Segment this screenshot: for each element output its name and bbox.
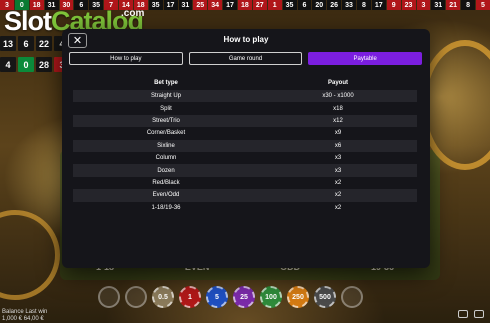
paytable-row: Even/Odd x2 [73, 189, 417, 202]
history-row: 136224 [0, 36, 70, 51]
control-button[interactable] [341, 286, 363, 308]
payout-cell: x9 [334, 130, 342, 137]
paytable-row: Split x18 [73, 102, 417, 114]
paytable-row: Sixline x6 [73, 139, 417, 152]
payout-cell: x18 [333, 105, 343, 112]
strip-number: 1 [267, 0, 282, 10]
chip-button[interactable]: 100 [260, 286, 282, 308]
wheel-decoration [0, 210, 60, 300]
chip-button[interactable]: 500 [314, 286, 336, 308]
history-number: 6 [18, 36, 34, 51]
header-bet-type: Bet type [154, 80, 178, 86]
chip-button[interactable]: 25 [233, 286, 255, 308]
chat-icon[interactable] [458, 310, 468, 318]
history-number: 0 [18, 57, 34, 72]
result-history: 13622440283 [0, 36, 70, 72]
payout-cell: x2 [334, 192, 342, 199]
strip-number: 23 [401, 0, 416, 10]
tab-game-round[interactable]: Game round [188, 52, 303, 65]
bet-type-cell: Split [160, 105, 172, 112]
bet-type-cell: Straight Up [150, 93, 181, 100]
strip-number: 20 [312, 0, 327, 10]
chip-button[interactable]: 0.5 [152, 286, 174, 308]
modal-tabs: How to play Game round Paytable [69, 52, 423, 65]
menu-icon[interactable] [474, 310, 484, 318]
strip-number: 35 [148, 0, 163, 10]
strip-number: 33 [342, 0, 356, 10]
strip-number: 26 [327, 0, 342, 10]
payout-cell: x2 [334, 204, 342, 211]
strip-number: 27 [252, 0, 267, 10]
paytable-row: Dozen x3 [73, 164, 417, 177]
how-to-play-modal: ✕ How to play How to play Game round Pay… [62, 29, 430, 268]
header-payout: Payout [327, 80, 348, 86]
paytable-row: 1-18/19-36 x2 [73, 202, 417, 214]
bet-type-cell: Red/Black [152, 179, 180, 186]
strip-number: 17 [371, 0, 386, 10]
strip-number: 6 [297, 0, 312, 10]
strip-number: 3 [416, 0, 431, 10]
paytable-row: Street/Trio x12 [73, 114, 417, 128]
strip-number: 18 [238, 0, 252, 10]
history-number: 13 [0, 36, 16, 51]
strip-number: 31 [431, 0, 446, 10]
paytable-row: Red/Black x2 [73, 177, 417, 189]
strip-number: 17 [223, 0, 237, 10]
bottom-right-controls [458, 310, 484, 318]
history-number: 4 [0, 57, 16, 72]
balance-label: Balance [2, 309, 24, 315]
bet-type-cell: Dozen [157, 167, 175, 174]
chip-button[interactable]: 250 [287, 286, 309, 308]
strip-number: 8 [461, 0, 475, 10]
strip-number: 5 [476, 0, 490, 10]
payout-cell: x2 [334, 179, 342, 186]
history-number: 28 [36, 57, 52, 72]
tab-paytable[interactable]: Paytable [308, 52, 423, 65]
modal-title: How to play [223, 35, 269, 44]
paytable-header: Bet type Payout [73, 76, 417, 90]
bet-type-cell: Street/Trio [152, 117, 180, 124]
strip-number: 25 [193, 0, 208, 10]
history-row: 40283 [0, 57, 70, 72]
strip-number: 31 [178, 0, 193, 10]
history-number: 22 [36, 36, 52, 51]
payout-cell: x6 [334, 142, 342, 149]
strip-number: 9 [386, 0, 401, 10]
strip-number: 8 [357, 0, 371, 10]
strip-number: 35 [282, 0, 297, 10]
paytable-row: Straight Up x30 - x1000 [73, 90, 417, 103]
control-button[interactable] [125, 286, 147, 308]
payout-cell: x3 [334, 167, 342, 174]
bet-type-cell: Sixline [157, 142, 175, 149]
last-win-label: Last win [25, 309, 48, 315]
strip-number: 21 [446, 0, 461, 10]
bet-type-cell: 1-18/19-36 [151, 204, 181, 211]
chip-selector: 0.5 1 5 25 100 250 500 [98, 286, 363, 308]
paytable: Bet type Payout Straight Up x30 - x1000 Sp… [73, 76, 417, 214]
chip-button[interactable]: 5 [206, 286, 228, 308]
bet-type-cell: Corner/Basket [146, 130, 186, 137]
last-win-value: 64,00 € [23, 316, 44, 322]
paytable-row: Corner/Basket x9 [73, 127, 417, 139]
paytable-row: Column x3 [73, 152, 417, 164]
control-button[interactable] [98, 286, 120, 308]
balance-value: 1,000 € [2, 316, 23, 322]
strip-number: 34 [208, 0, 223, 10]
bet-type-cell: Even/Odd [152, 192, 180, 199]
watermark-domain: .com [121, 8, 145, 19]
chip-button[interactable]: 1 [179, 286, 201, 308]
payout-cell: x30 - x1000 [322, 93, 354, 100]
balance-panel: Balance Last win 1,000 € 64,00 € [2, 309, 47, 323]
bet-type-cell: Column [155, 155, 177, 162]
payout-cell: x12 [333, 117, 343, 124]
payout-cell: x3 [334, 155, 342, 162]
strip-number: 17 [163, 0, 178, 10]
tab-how-to-play[interactable]: How to play [69, 52, 183, 65]
